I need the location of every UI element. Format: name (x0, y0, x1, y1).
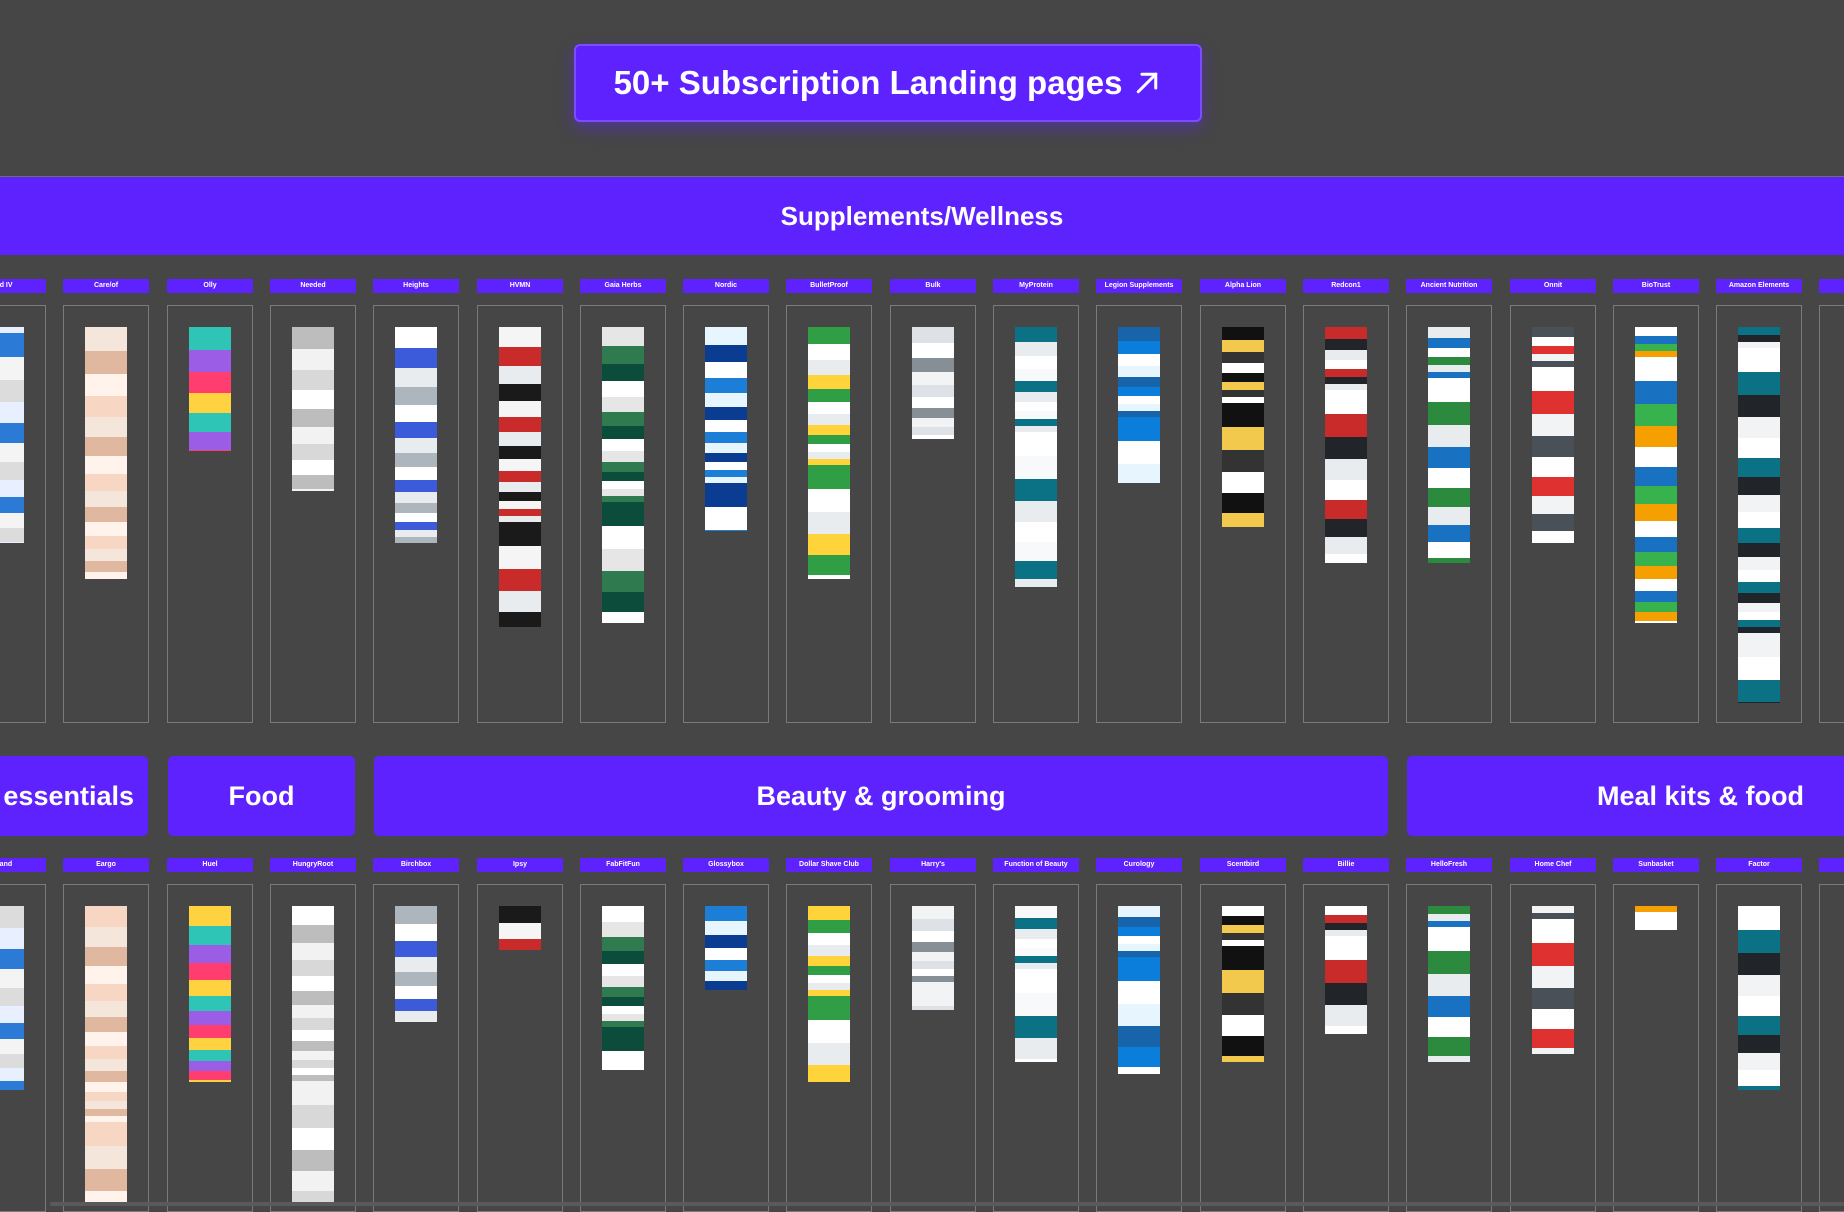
bottom-column-frame-partial (1819, 884, 1844, 1212)
top-page-thumbnail[interactable] (395, 327, 437, 543)
top-page-thumbnail[interactable] (602, 327, 644, 623)
top-column-frame-partial (1819, 305, 1844, 723)
top-column-label[interactable]: Legion Supplements (1096, 279, 1182, 293)
bottom-column-label[interactable]: Huel (167, 858, 253, 872)
bottom-column-label[interactable]: Sunbasket (1613, 858, 1699, 872)
top-page-thumbnail[interactable] (1325, 327, 1367, 563)
top-page-thumbnail[interactable] (1015, 327, 1057, 587)
top-page-thumbnail[interactable] (499, 327, 541, 627)
category-banner-food[interactable]: Food (168, 756, 355, 836)
bottom-page-thumbnail[interactable] (0, 906, 24, 1090)
bottom-page-thumbnail[interactable] (1635, 906, 1677, 930)
top-column-label[interactable]: Ancient Nutrition (1406, 279, 1492, 293)
top-page-thumbnail[interactable] (1738, 327, 1780, 703)
top-page-thumbnail[interactable] (1635, 327, 1677, 623)
top-column-label[interactable]: BulletProof (786, 279, 872, 293)
top-page-thumbnail[interactable] (0, 327, 24, 543)
top-column-label[interactable]: Needed (270, 279, 356, 293)
section-banner-supplements: Supplements/Wellness (0, 177, 1844, 255)
top-page-thumbnail[interactable] (1428, 327, 1470, 563)
bottom-column-label[interactable]: HelloFresh (1406, 858, 1492, 872)
top-column-label[interactable]: Care/of (63, 279, 149, 293)
bottom-column-label[interactable]: Home Chef (1510, 858, 1596, 872)
bottom-page-thumbnail[interactable] (1325, 906, 1367, 1034)
top-column-label[interactable]: Gaia Herbs (580, 279, 666, 293)
top-page-thumbnail[interactable] (85, 327, 127, 579)
bottom-page-thumbnail[interactable] (395, 906, 437, 1022)
top-column-label[interactable]: Redcon1 (1303, 279, 1389, 293)
top-column-label[interactable]: Onnit (1510, 279, 1596, 293)
top-page-thumbnail[interactable] (1532, 327, 1574, 543)
bottom-column-label[interactable]: Scentbird (1200, 858, 1286, 872)
bottom-column-label[interactable]: Birchbox (373, 858, 459, 872)
top-page-thumbnail[interactable] (1118, 327, 1160, 483)
bottom-column-label[interactable]: Dollar Shave Club (786, 858, 872, 872)
category-banner-beauty-grooming[interactable]: Beauty & grooming (374, 756, 1388, 836)
bottom-page-thumbnail[interactable] (292, 906, 334, 1206)
top-page-thumbnail[interactable] (189, 327, 231, 451)
bottom-column-label[interactable]: Glossybox (683, 858, 769, 872)
bottom-column-label[interactable]: HungryRoot (270, 858, 356, 872)
cta-label: 50+ Subscription Landing pages (613, 64, 1123, 101)
category-banner-essentials[interactable]: essentials (0, 756, 148, 836)
top-column-label[interactable]: Bulk (890, 279, 976, 293)
top-column-label[interactable]: Olly (167, 279, 253, 293)
top-column-label[interactable]: Alpha Lion (1200, 279, 1286, 293)
top-column-label[interactable]: Heights (373, 279, 459, 293)
bottom-column-frame (1613, 884, 1699, 1212)
top-page-thumbnail[interactable] (1222, 327, 1264, 527)
bottom-page-thumbnail[interactable] (1532, 906, 1574, 1054)
bottom-column-label[interactable]: FabFitFun (580, 858, 666, 872)
bottom-column-label[interactable]: Billie (1303, 858, 1389, 872)
bottom-page-thumbnail[interactable] (189, 906, 231, 1082)
bottom-column-label[interactable]: Function of Beauty (993, 858, 1079, 872)
top-column-label[interactable]: BioTrust (1613, 279, 1699, 293)
top-column-label[interactable]: Amazon Elements (1716, 279, 1802, 293)
top-column-label[interactable]: HVMN (477, 279, 563, 293)
top-page-thumbnail[interactable] (705, 327, 747, 531)
bottom-page-thumbnail[interactable] (1015, 906, 1057, 1062)
bottom-page-thumbnail[interactable] (1118, 906, 1160, 1074)
bottom-page-thumbnail[interactable] (1738, 906, 1780, 1090)
bottom-column-label[interactable]: Ipsy (477, 858, 563, 872)
top-column-label[interactable]: MyProtein (993, 279, 1079, 293)
bottom-page-thumbnail[interactable] (912, 906, 954, 1010)
bottom-column-label[interactable]: Factor (1716, 858, 1802, 872)
bottom-page-thumbnail[interactable] (808, 906, 850, 1082)
bottom-page-thumbnail[interactable] (1222, 906, 1264, 1062)
top-column-label[interactable]: Nordic (683, 279, 769, 293)
subscription-landing-pages-button[interactable]: 50+ Subscription Landing pages (574, 44, 1202, 122)
top-column-label[interactable]: uid IV (0, 279, 46, 293)
bottom-column-label[interactable]: Curology (1096, 858, 1182, 872)
top-page-thumbnail[interactable] (808, 327, 850, 579)
bottom-page-thumbnail[interactable] (705, 906, 747, 990)
bottom-column-label[interactable]: Harry's (890, 858, 976, 872)
top-page-thumbnail[interactable] (912, 327, 954, 439)
top-column-label-partial (1819, 279, 1844, 293)
bottom-page-thumbnail[interactable] (1428, 906, 1470, 1062)
bottom-column-label[interactable]: Eargo (63, 858, 149, 872)
arrow-up-right-icon (1137, 72, 1158, 94)
bottom-page-thumbnail[interactable] (499, 906, 541, 950)
bottom-column-label[interactable]: eland (0, 858, 46, 872)
top-page-thumbnail[interactable] (292, 327, 334, 491)
category-banner-meal-kits[interactable]: Meal kits & food (1407, 756, 1844, 836)
horizontal-scrollbar[interactable] (50, 1202, 1844, 1206)
bottom-page-thumbnail[interactable] (602, 906, 644, 1070)
bottom-page-thumbnail[interactable] (85, 906, 127, 1206)
bottom-column-label-partial (1819, 858, 1844, 872)
